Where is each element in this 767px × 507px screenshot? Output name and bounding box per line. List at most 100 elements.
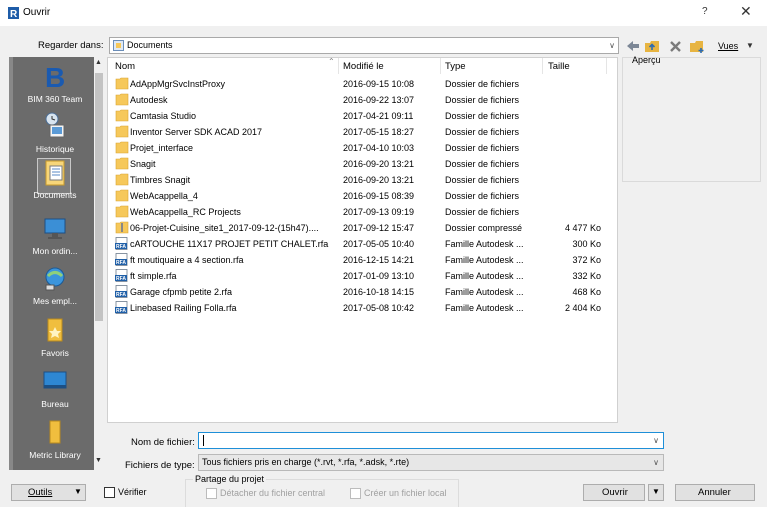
file-row[interactable]: RFA ft simple.rfa 2017-01-09 13:10 Famille …	[108, 268, 617, 284]
create-local-label: Créer un fichier local	[364, 488, 447, 498]
file-type-cell: Dossier de fichiers	[445, 95, 520, 105]
filetype-dropdown[interactable]: Tous fichiers pris en charge (*.rvt, *.r…	[198, 454, 664, 471]
folder-icon	[115, 125, 129, 138]
file-row[interactable]: Inventor Server SDK ACAD 2017 2017-05-15 …	[108, 124, 617, 140]
chevron-down-icon: ∨	[653, 458, 659, 467]
verify-checkbox[interactable]	[104, 487, 115, 498]
file-row[interactable]: 06-Projet-Cuisine_site1_2017-09-12-(15h4…	[108, 220, 617, 236]
up-folder-button[interactable]	[643, 38, 661, 54]
file-type-cell: Famille Autodesk ...	[445, 271, 524, 281]
column-divider[interactable]	[440, 58, 441, 74]
scroll-up-icon[interactable]: ▲	[95, 59, 102, 66]
file-row[interactable]: Snagit 2016-09-20 13:21 Dossier de fichier…	[108, 156, 617, 172]
file-size-cell: 300 Ko	[572, 239, 601, 249]
tools-label: Outils	[28, 487, 53, 498]
place-history[interactable]: Historique	[13, 111, 97, 154]
column-header-name[interactable]: Nom	[115, 58, 135, 74]
bim360-icon: B	[45, 62, 65, 91]
file-type-cell: Dossier de fichiers	[445, 143, 520, 153]
create-local-checkbox[interactable]	[350, 488, 361, 499]
close-button[interactable]: ✕	[740, 3, 752, 20]
text-caret	[203, 435, 204, 446]
rfa-file-icon: RFA	[115, 269, 128, 282]
chevron-down-icon[interactable]: ∨	[653, 436, 659, 445]
views-menu[interactable]: Vues	[718, 41, 738, 51]
file-row[interactable]: RFA cARTOUCHE 11X17 PROJET PETIT CHALET.r…	[108, 236, 617, 252]
delete-button[interactable]	[666, 38, 684, 54]
file-name-cell: cARTOUCHE 11X17 PROJET PETIT CHALET.rfa	[130, 239, 329, 249]
open-button[interactable]: Ouvrir	[583, 484, 645, 501]
file-list[interactable]: ⌃ Nom Modifié le Type Taille AdAppMgrSvc…	[107, 57, 618, 423]
place-desktop[interactable]: Bureau	[13, 366, 97, 409]
place-label: Metric Library	[29, 450, 81, 460]
scroll-down-icon[interactable]: ▼	[95, 457, 102, 464]
new-folder-button[interactable]	[688, 38, 706, 54]
place-bim360[interactable]: B BIM 360 Team	[13, 61, 97, 104]
file-row[interactable]: WebAcappella_RC Projects 2017-09-13 09:19…	[108, 204, 617, 220]
file-type-cell: Dossier de fichiers	[445, 111, 520, 121]
revit-app-icon: R	[8, 7, 19, 19]
file-modified-cell: 2017-09-12 15:47	[343, 223, 415, 233]
file-type-cell: Dossier compressé	[445, 223, 523, 233]
lookin-label: Regarder dans:	[38, 40, 104, 51]
column-divider[interactable]	[606, 58, 607, 74]
rfa-file-icon: RFA	[115, 253, 128, 266]
chevron-down-icon: ▼	[652, 487, 660, 496]
column-header-modified[interactable]: Modifié le	[343, 58, 384, 74]
file-name-cell: Autodesk	[130, 95, 168, 105]
place-label: Bureau	[41, 399, 69, 409]
file-row[interactable]: Timbres Snagit 2016-09-20 13:21 Dossier de…	[108, 172, 617, 188]
file-size-cell: 332 Ko	[572, 271, 601, 281]
svg-text:RFA: RFA	[116, 244, 126, 250]
file-row[interactable]: RFA Linebased Railing Folla.rfa 2017-05-08…	[108, 300, 617, 316]
file-row[interactable]: AdAppMgrSvcInstProxy 2016-09-15 10:08 Doss…	[108, 76, 617, 92]
column-divider[interactable]	[338, 58, 339, 74]
detach-checkbox[interactable]	[206, 488, 217, 499]
file-name-cell: WebAcappella_RC Projects	[130, 207, 241, 217]
cancel-button[interactable]: Annuler	[675, 484, 755, 501]
column-header-type[interactable]: Type	[445, 58, 466, 74]
lookin-dropdown[interactable]: Documents ∨	[109, 37, 619, 54]
file-type-cell: Famille Autodesk ...	[445, 303, 524, 313]
file-row[interactable]: RFA Garage cfpmb petite 2.rfa 2016-10-18 1…	[108, 284, 617, 300]
file-row[interactable]: Camtasia Studio 2017-04-21 09:11 Dossier d…	[108, 108, 617, 124]
column-divider[interactable]	[542, 58, 543, 74]
file-modified-cell: 2016-09-20 13:21	[343, 175, 415, 185]
back-button[interactable]	[624, 38, 642, 54]
places-panel: B BIM 360 Team Historique Documents Mon …	[9, 57, 104, 470]
tools-button[interactable]: Outils ▼	[11, 484, 86, 501]
open-options-button[interactable]: ▼	[648, 484, 664, 501]
folder-icon	[115, 141, 129, 154]
help-button[interactable]: ?	[702, 6, 708, 17]
zip-folder-icon	[115, 221, 129, 234]
history-icon	[45, 112, 65, 138]
filename-input[interactable]: ∨	[198, 432, 664, 449]
place-documents[interactable]: Documents	[13, 157, 97, 200]
file-row[interactable]: WebAcappella_4 2016-09-15 08:39 Dossier de…	[108, 188, 617, 204]
place-metric-library[interactable]: Metric Library	[13, 417, 97, 460]
place-favorites[interactable]: Favoris	[13, 315, 97, 358]
file-row[interactable]: RFA ft moutiquaire a 4 section.rfa 2016-12…	[108, 252, 617, 268]
file-modified-cell: 2016-12-15 14:21	[343, 255, 415, 265]
file-row[interactable]: Projet_interface 2017-04-10 10:03 Dossier …	[108, 140, 617, 156]
filetype-value: Tous fichiers pris en charge (*.rvt, *.r…	[202, 457, 410, 467]
desktop-icon	[43, 371, 67, 389]
file-size-cell: 2 404 Ko	[564, 303, 601, 313]
file-size-cell: 468 Ko	[572, 287, 601, 297]
svg-text:RFA: RFA	[116, 276, 126, 282]
svg-text:B: B	[45, 62, 65, 91]
favorites-icon	[47, 318, 63, 342]
svg-text:RFA: RFA	[116, 260, 126, 266]
preview-label: Aperçu	[632, 55, 661, 65]
place-computer[interactable]: Mon ordin...	[13, 213, 97, 256]
views-dropdown-arrow[interactable]: ▼	[746, 41, 754, 50]
file-row[interactable]: Autodesk 2016-09-22 13:07 Dossier de fichi…	[108, 92, 617, 108]
file-modified-cell: 2016-09-22 13:07	[343, 95, 415, 105]
sharing-group-title: Partage du projet	[193, 474, 267, 484]
places-scrollbar[interactable]: ▲ ▼	[94, 57, 104, 470]
preview-pane	[622, 57, 761, 182]
column-header-size[interactable]: Taille	[548, 58, 570, 74]
file-size-cell: 372 Ko	[572, 255, 601, 265]
scroll-thumb[interactable]	[95, 73, 103, 321]
place-network[interactable]: Mes empl...	[13, 263, 97, 306]
